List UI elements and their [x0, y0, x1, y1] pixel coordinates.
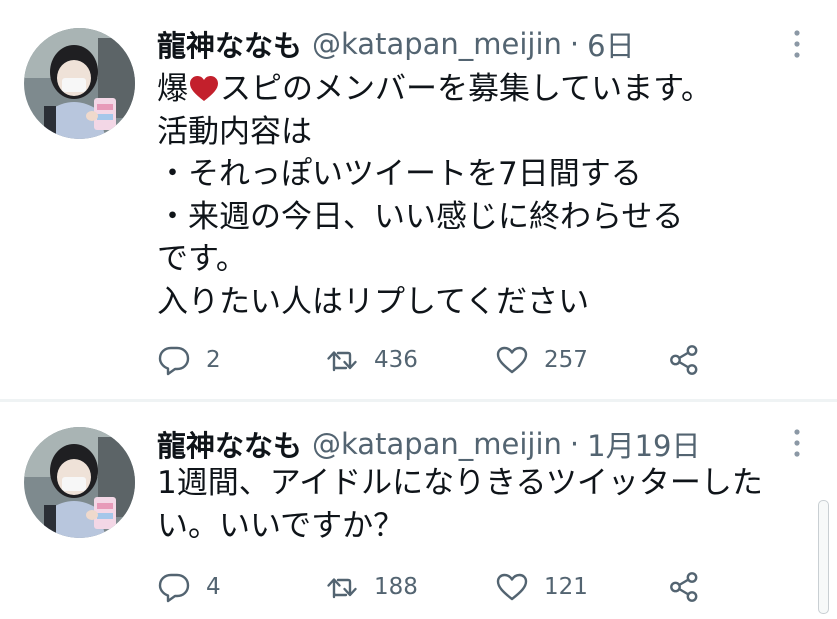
- tweet-line: 活動内容は: [157, 113, 312, 150]
- tweet-actions: 4 188 121: [157, 567, 717, 607]
- share-button[interactable]: [667, 567, 701, 607]
- tweet-actions: 2 436 257: [157, 340, 717, 380]
- retweet-button[interactable]: 188: [325, 567, 418, 607]
- like-count: 121: [544, 574, 588, 600]
- share-button[interactable]: [667, 340, 701, 380]
- avatar[interactable]: [24, 28, 135, 139]
- user-handle[interactable]: @katapan_meijin: [312, 27, 562, 61]
- separator-dot: ·: [569, 427, 580, 461]
- timestamp[interactable]: 1月19日: [587, 423, 700, 465]
- scrollbar[interactable]: [818, 500, 829, 614]
- reply-button[interactable]: 4: [157, 567, 221, 607]
- tweet[interactable]: 龍神ななも @katapan_meijin · 6日 爆スピのメンバーを募集して…: [0, 0, 837, 400]
- reply-button[interactable]: 2: [157, 340, 221, 380]
- reply-icon: [157, 343, 191, 377]
- like-icon: [495, 343, 529, 377]
- more-icon[interactable]: [787, 26, 807, 62]
- tweet-line: 入りたい人はリプしてください: [157, 283, 590, 320]
- tweet-text: 爆スピのメンバーを募集しています。 活動内容は ・それっぽいツイートを7日間する…: [157, 68, 797, 323]
- avatar[interactable]: [24, 427, 135, 538]
- like-count: 257: [544, 347, 588, 373]
- like-button[interactable]: 257: [495, 340, 588, 380]
- more-icon[interactable]: [787, 425, 807, 461]
- retweet-icon: [325, 570, 359, 604]
- reply-count: 4: [206, 574, 221, 600]
- user-handle[interactable]: @katapan_meijin: [312, 427, 562, 461]
- timeline: 龍神ななも @katapan_meijin · 6日 爆スピのメンバーを募集して…: [0, 0, 837, 619]
- display-name[interactable]: 龍神ななも: [157, 423, 302, 465]
- tweet-text-segment: 爆: [157, 71, 188, 107]
- retweet-button[interactable]: 436: [325, 340, 418, 380]
- reply-icon: [157, 570, 191, 604]
- tweet-header: 龍神ななも @katapan_meijin · 1月19日: [157, 424, 701, 464]
- heart-emoji-icon: [190, 71, 218, 101]
- reply-count: 2: [206, 347, 221, 373]
- like-icon: [495, 570, 529, 604]
- tweet-text: 1週間、アイドルになりきるツイッターした い。いいですか？: [157, 462, 797, 547]
- like-button[interactable]: 121: [495, 567, 588, 607]
- tweet-text-segment: スピのメンバーを募集しています。: [220, 71, 712, 107]
- tweet-line: 爆スピのメンバーを募集しています。: [157, 68, 797, 111]
- timestamp[interactable]: 6日: [587, 23, 634, 65]
- separator-dot: ·: [569, 27, 580, 61]
- display-name[interactable]: 龍神ななも: [157, 23, 302, 65]
- tweet-line: です。: [157, 241, 247, 277]
- tweet[interactable]: 龍神ななも @katapan_meijin · 1月19日 1週間、アイドルにな…: [0, 402, 837, 619]
- tweet-line: い。いいですか？: [157, 507, 405, 544]
- tweet-line: 1週間、アイドルになりきるツイッターした: [157, 465, 763, 501]
- share-icon: [667, 343, 701, 377]
- tweet-line: ・来週の今日、いい感じに終わらせる: [157, 198, 684, 235]
- retweet-count: 436: [374, 347, 418, 373]
- retweet-count: 188: [374, 574, 418, 600]
- share-icon: [667, 570, 701, 604]
- tweet-header: 龍神ななも @katapan_meijin · 6日: [157, 24, 635, 64]
- retweet-icon: [325, 343, 359, 377]
- tweet-line: ・それっぽいツイートを7日間する: [157, 156, 642, 192]
